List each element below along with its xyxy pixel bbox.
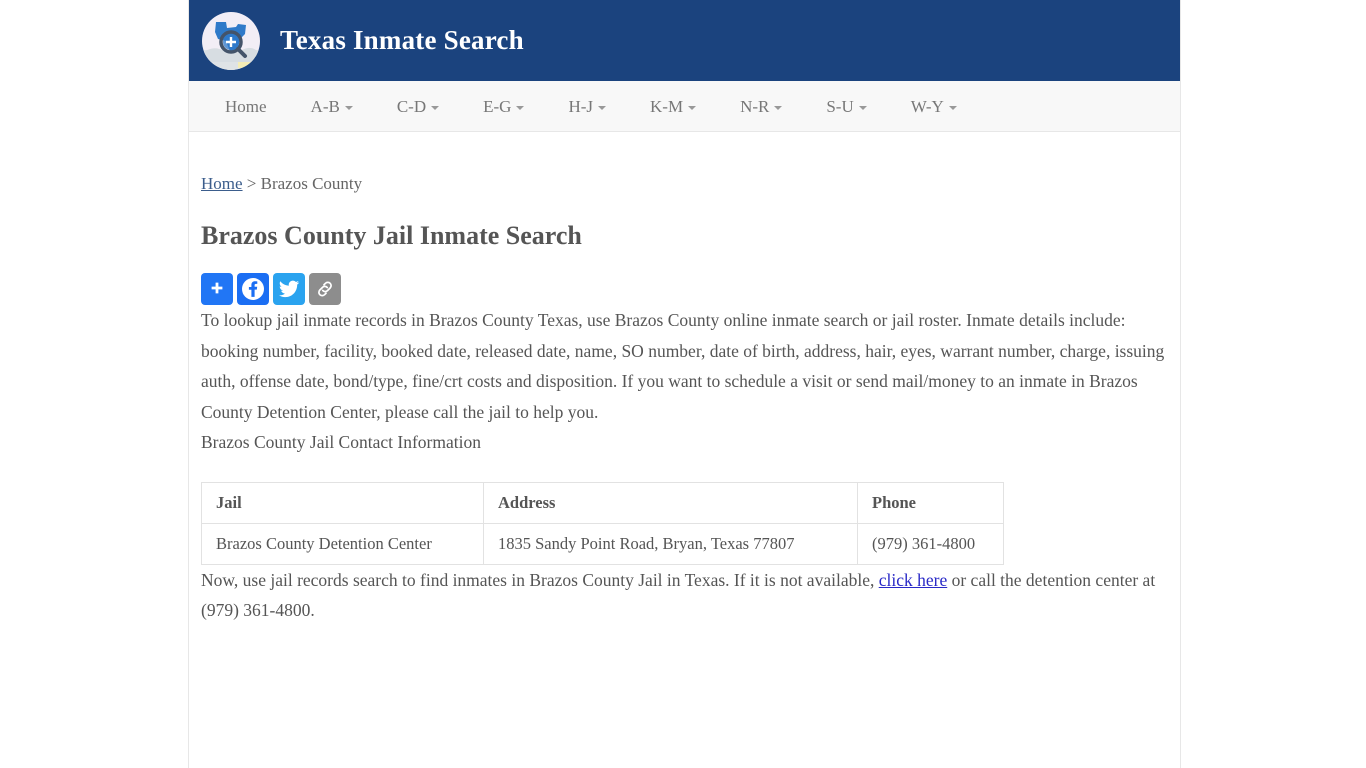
cell-jail-name: Brazos County Detention Center [201,522,484,565]
copy-link-icon[interactable] [309,273,341,305]
facebook-icon[interactable] [237,273,269,305]
nav-label: S-U [826,96,854,116]
nav-label: W-Y [910,96,944,116]
chevron-down-icon [516,105,525,110]
table-header-row: Jail Address Phone [201,481,1004,524]
nav-label: Home [225,96,267,116]
chevron-down-icon [344,105,353,110]
cell-jail-address: 1835 Sandy Point Road, Bryan, Texas 7780… [483,522,858,565]
breadcrumb-separator: > [242,174,261,193]
closing-text-before-link: Now, use jail records search to find inm… [201,569,879,590]
column-header-phone: Phone [857,481,1004,524]
nav-label: K-M [650,96,684,116]
intro-paragraph: To lookup jail inmate records in Brazos … [201,310,1165,422]
nav-label: N-R [740,96,770,116]
page-title: Brazos County Jail Inmate Search [201,221,582,250]
contact-info-heading: Brazos County Jail Contact Information [201,432,481,452]
closing-paragraph: Now, use jail records search to find inm… [201,565,1166,626]
chevron-down-icon [948,105,957,110]
nav-item-k-m[interactable]: K-M [628,81,718,132]
main-content: Home > Brazos County Brazos County Jail … [189,174,1180,626]
chevron-down-icon [688,105,697,110]
column-header-jail: Jail [201,481,484,524]
nav-item-e-g[interactable]: E-G [461,81,546,132]
contact-table: Jail Address Phone Brazos County Detenti… [201,481,1004,565]
breadcrumb: Home > Brazos County [201,174,1162,194]
chevron-down-icon [598,105,606,110]
addthis-share-icon[interactable] [201,273,233,305]
site-container: Texas Inmate Search Home A-B C-D E-G H-J… [188,0,1181,768]
nav-item-n-r[interactable]: N-R [718,81,804,132]
nav-label: H-J [568,96,593,116]
nav-label: E-G [483,96,512,116]
column-header-address: Address [483,481,858,524]
share-buttons [201,273,1162,305]
breadcrumb-home-link[interactable]: Home [201,174,243,193]
nav-label: C-D [396,96,427,116]
chevron-down-icon [774,105,783,110]
texas-magnifier-icon [202,11,260,70]
click-here-link[interactable]: click here [879,570,948,590]
main-navigation: Home A-B C-D E-G H-J K-M N-R S-U W-Y [189,81,1180,132]
nav-item-w-y[interactable]: W-Y [889,81,979,132]
chevron-down-icon [858,105,867,110]
twitter-icon[interactable] [273,273,305,305]
table-row: Brazos County Detention Center 1835 Sand… [201,522,1004,565]
breadcrumb-current: Brazos County [260,174,363,193]
page-root: Texas Inmate Search Home A-B C-D E-G H-J… [0,0,1366,768]
site-header: Texas Inmate Search [189,0,1180,81]
nav-item-s-u[interactable]: S-U [804,81,888,132]
nav-item-home[interactable]: Home [203,81,289,132]
nav-label: A-B [310,96,340,116]
nav-item-c-d[interactable]: C-D [375,81,461,132]
nav-item-a-b[interactable]: A-B [289,81,375,132]
nav-item-h-j[interactable]: H-J [546,81,628,132]
chevron-down-icon [431,105,440,110]
site-title: Texas Inmate Search [280,25,524,55]
cell-jail-phone: (979) 361-4800 [857,522,1004,565]
